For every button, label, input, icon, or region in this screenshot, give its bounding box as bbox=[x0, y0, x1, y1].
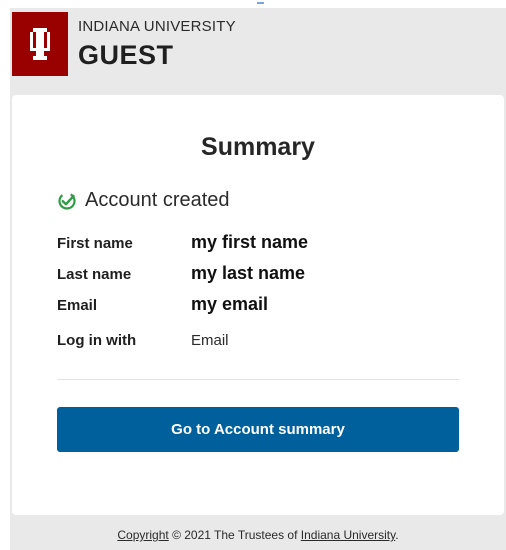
first-name-row: First name my first name bbox=[57, 232, 308, 253]
university-name: INDIANA UNIVERSITY bbox=[78, 18, 236, 35]
go-to-account-summary-button[interactable]: Go to Account summary bbox=[57, 407, 459, 452]
first-name-label: First name bbox=[57, 235, 133, 252]
copyright-text: © 2021 The Trustees of bbox=[168, 528, 301, 542]
divider bbox=[57, 379, 459, 380]
last-name-label: Last name bbox=[57, 266, 132, 283]
first-name-value: my first name bbox=[191, 232, 309, 252]
check-circle-icon bbox=[58, 191, 76, 210]
email-value: my email bbox=[191, 294, 269, 314]
copyright-link[interactable]: Copyright bbox=[117, 528, 168, 542]
site-header: INDIANA UNIVERSITY GUEST bbox=[12, 12, 236, 78]
login-method-label: Log in with bbox=[57, 332, 137, 349]
brand-text: INDIANA UNIVERSITY GUEST bbox=[78, 12, 236, 72]
login-method-row: Log in with Email bbox=[57, 332, 229, 349]
card-title: Summary bbox=[201, 133, 315, 161]
email-label: Email bbox=[57, 297, 98, 314]
login-method-value: Email bbox=[191, 332, 229, 349]
status-text: Account created bbox=[85, 189, 230, 211]
footer: Copyright © 2021 The Trustees of Indiana… bbox=[10, 528, 506, 542]
iu-logo[interactable] bbox=[12, 12, 68, 76]
footer-end: . bbox=[395, 528, 399, 542]
email-row: Email my email bbox=[57, 294, 268, 315]
account-status: Account created bbox=[57, 189, 230, 212]
app-title: GUEST bbox=[78, 40, 174, 70]
top-indicator bbox=[257, 2, 264, 4]
indiana-university-link[interactable]: Indiana University bbox=[301, 528, 396, 542]
iu-trident-icon bbox=[30, 28, 50, 60]
last-name-row: Last name my last name bbox=[57, 263, 305, 284]
last-name-value: my last name bbox=[191, 263, 306, 283]
summary-card: Summary Account created First name my fi… bbox=[12, 95, 504, 515]
